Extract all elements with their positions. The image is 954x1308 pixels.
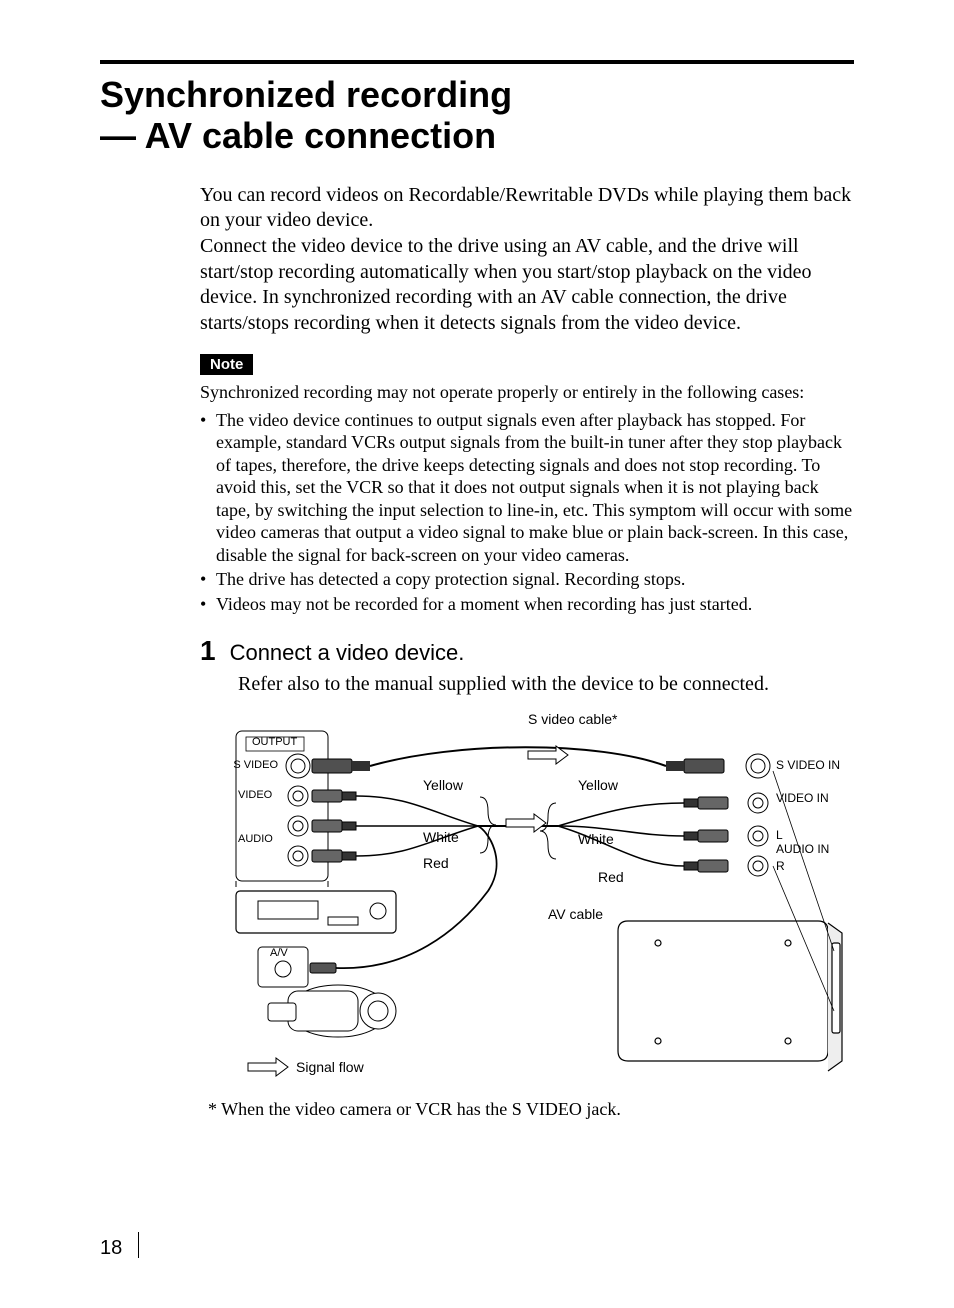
label-video: VIDEO	[238, 789, 272, 801]
note-list: The video device continues to output sig…	[200, 409, 854, 616]
label-av-cable: AV cable	[548, 906, 603, 922]
note-item: The drive has detected a copy protection…	[200, 568, 854, 591]
diagram-svg	[228, 711, 844, 1081]
label-output: OUTPUT	[252, 736, 297, 748]
page-number-rule	[138, 1232, 139, 1258]
label-white-l: White	[423, 829, 459, 845]
label-av-port: A/V	[270, 947, 288, 959]
step-subtitle: Refer also to the manual supplied with t…	[238, 671, 854, 697]
title-line-2: — AV cable connection	[100, 115, 496, 156]
label-svideo-in: S VIDEO IN	[776, 758, 840, 772]
note-badge: Note	[200, 354, 253, 375]
label-red-l: Red	[423, 855, 449, 871]
connection-diagram: S video cable* OUTPUT S VIDEO VIDEO AUDI…	[228, 711, 844, 1081]
step-title: Connect a video device.	[230, 640, 465, 666]
label-signal-flow: Signal flow	[296, 1059, 364, 1075]
page-title: Synchronized recording — AV cable connec…	[100, 74, 854, 157]
intro-paragraph: You can record videos on Recordable/Rewr…	[200, 183, 854, 337]
note-item: The video device continues to output sig…	[200, 409, 854, 567]
label-yellow-l: Yellow	[423, 777, 463, 793]
step-row: 1 Connect a video device.	[200, 635, 854, 667]
note-item: Videos may not be recorded for a moment …	[200, 593, 854, 616]
step-number: 1	[200, 635, 216, 667]
label-video-in: VIDEO IN	[776, 791, 829, 805]
footnote: * When the video camera or VCR has the S…	[208, 1099, 854, 1120]
label-red-r: Red	[598, 869, 624, 885]
label-audio-in: AUDIO IN	[776, 842, 829, 856]
label-audio: AUDIO	[238, 833, 273, 845]
label-yellow-r: Yellow	[578, 777, 618, 793]
label-white-r: White	[578, 831, 614, 847]
title-line-1: Synchronized recording	[100, 74, 512, 115]
label-l: L	[776, 828, 783, 842]
page-number: 18	[100, 1237, 122, 1260]
note-intro: Synchronized recording may not operate p…	[200, 381, 854, 404]
label-svideo-cable: S video cable*	[528, 711, 618, 727]
title-rule	[100, 60, 854, 64]
label-r: R	[776, 859, 785, 873]
label-svideo: S VIDEO	[222, 759, 278, 771]
